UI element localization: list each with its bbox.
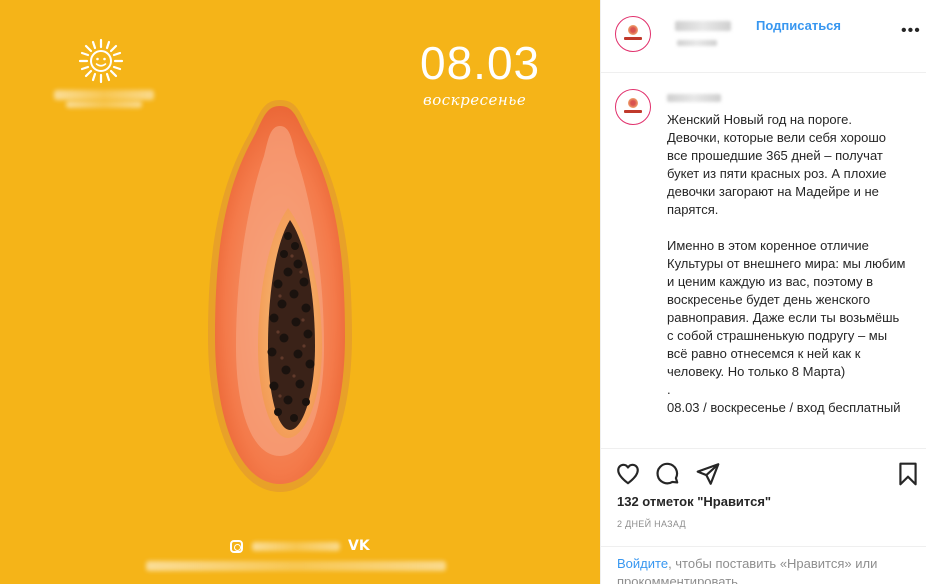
vk-icon: VK — [348, 538, 370, 554]
post-header: Подписаться ••• — [601, 0, 926, 73]
blurred-brand-text — [54, 90, 154, 100]
share-icon[interactable] — [695, 461, 721, 487]
post-image[interactable]: 08.03 воскресенье VK — [0, 0, 600, 584]
more-options-icon[interactable]: ••• — [901, 22, 921, 40]
event-day: воскресенье — [423, 91, 527, 109]
post-panel: Подписаться ••• Женский Новый год на пор… — [600, 0, 926, 584]
blurred-location[interactable] — [677, 40, 717, 46]
instagram-icon — [230, 540, 243, 553]
avatar[interactable] — [615, 16, 651, 52]
blurred-address — [146, 561, 446, 571]
subscribe-button[interactable]: Подписаться — [756, 18, 841, 33]
bookmark-icon[interactable] — [895, 461, 921, 487]
login-link[interactable]: Войдите — [617, 556, 668, 571]
avatar-logo-icon — [621, 22, 645, 46]
event-date: 08.03 — [420, 37, 541, 89]
post-timestamp[interactable]: 2 ДНЕЙ НАЗАД — [617, 519, 686, 529]
blurred-handle — [252, 542, 340, 551]
login-text: Войдите, чтобы поставить «Нравится» или … — [617, 555, 913, 584]
comment-icon[interactable] — [655, 461, 681, 487]
sun-logo-icon — [78, 38, 124, 84]
likes-count[interactable]: 132 отметок "Нравится" — [617, 494, 771, 509]
blurred-username[interactable] — [675, 21, 731, 31]
avatar[interactable] — [615, 89, 651, 125]
papaya-icon — [208, 100, 352, 492]
avatar-logo-icon — [621, 95, 645, 119]
post-caption: Женский Новый год на пороге. Девочки, ко… — [667, 112, 906, 415]
heart-icon[interactable] — [615, 461, 641, 487]
comments-area[interactable]: Женский Новый год на пороге. Девочки, ко… — [601, 73, 926, 449]
blurred-username[interactable] — [667, 94, 721, 102]
blurred-brand-text — [66, 101, 142, 108]
login-prompt: Войдите, чтобы поставить «Нравится» или … — [601, 546, 926, 584]
